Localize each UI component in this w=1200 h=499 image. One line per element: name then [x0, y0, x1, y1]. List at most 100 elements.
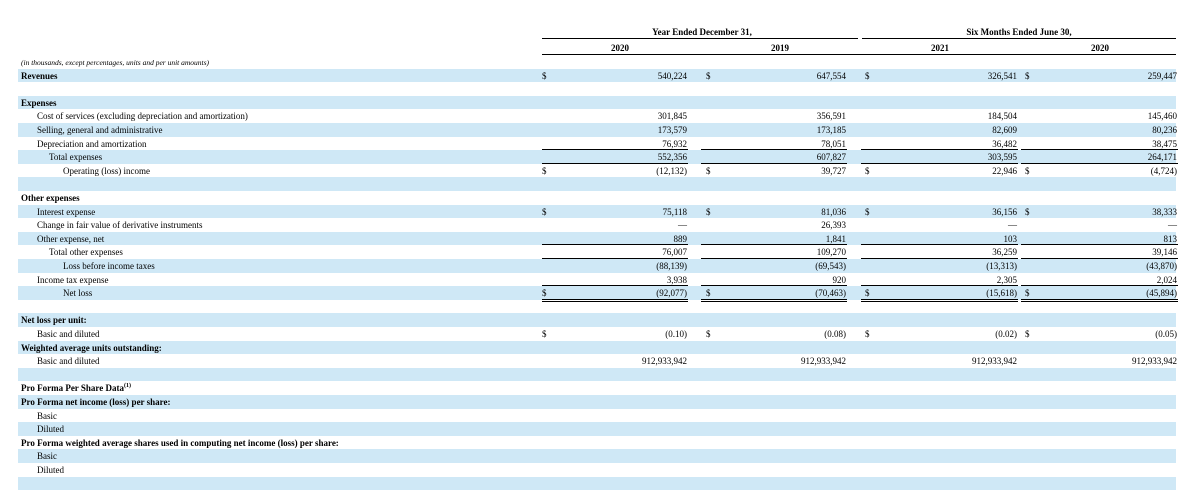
cell-value: 75,118 [662, 206, 687, 217]
cell-value: 1,841 [825, 233, 846, 244]
cell-value: 813 [1163, 233, 1178, 244]
row-label: Other expense, net [37, 233, 105, 244]
cell-value: (0.10) [665, 329, 687, 339]
row-label: Cost of services (excluding depreciation… [37, 111, 248, 122]
cell-value: 184,504 [987, 111, 1017, 122]
table-row: Basic and diluted 912,933,942 912,933,942 9… [18, 354, 1177, 368]
table-row: Other expense, net 889 1,841 103 813 [18, 231, 1178, 246]
cell-value: (0.08) [824, 329, 846, 339]
row-label: Interest expense [37, 206, 96, 217]
table-row: (in thousands, except percentages, units… [18, 55, 1176, 69]
row-label: Basic [37, 410, 57, 421]
cell-value: 912,933,942 [1132, 356, 1177, 367]
row-label: Total expenses [49, 152, 103, 163]
dollar-sign: $ [1025, 288, 1030, 299]
cell-value: — [1168, 220, 1177, 231]
row-label: Pro Forma net income (loss) per share: [21, 397, 171, 407]
dollar-sign: $ [1025, 206, 1030, 217]
dollar-sign: $ [542, 329, 547, 339]
table-row [18, 177, 1176, 191]
table-row: Basic and diluted $ (0.10) $ (0.08) $ (0.02) $ (… [18, 327, 1177, 341]
cell-value: 3,938 [666, 274, 687, 285]
row-label: Pro Forma weighted average shares used i… [21, 437, 339, 448]
table-row: Net loss per unit: [18, 313, 1176, 327]
cell-value: 301,845 [657, 111, 687, 122]
table-row: Selling, general and administrative 173,5… [18, 123, 1177, 137]
dollar-sign: $ [865, 70, 870, 81]
row-label: Basic and diluted [37, 329, 100, 339]
cell-value: 326,541 [987, 70, 1017, 81]
cell-value: 76,007 [662, 247, 687, 258]
cell-value: (69,543) [815, 261, 846, 271]
cell-value: 103 [1003, 233, 1018, 244]
cell-value: 76,932 [662, 138, 687, 149]
cell-value: (13,313) [986, 261, 1017, 271]
cell-value: (15,618) [986, 288, 1017, 299]
cell-value: — [678, 220, 687, 231]
row-label: Basic and diluted [37, 356, 100, 367]
cell-value: 552,356 [657, 152, 687, 163]
dollar-sign: $ [865, 206, 870, 217]
table-row: Other expenses [18, 191, 1176, 205]
table-row [18, 476, 1176, 491]
row-label: Basic [37, 451, 57, 462]
row-label: Other expenses [21, 193, 80, 203]
cell-value: 920 [832, 274, 847, 285]
row-label: Net loss per unit: [21, 315, 87, 326]
table-row: Interest expense $75,118 $81,036 $36,156 $38… [18, 204, 1177, 219]
cell-value: 912,933,942 [972, 356, 1017, 367]
col-header-2019: 2019 [771, 43, 789, 53]
cell-value: 912,933,942 [642, 356, 687, 367]
col-header-2021: 2021 [931, 43, 949, 53]
table-row: Change in fair value of derivative instr… [18, 218, 1177, 232]
table-row: Loss before income taxes (88,139) (69,543)… [18, 259, 1177, 273]
row-label: Diluted [37, 424, 64, 435]
dollar-sign: $ [865, 288, 870, 299]
col-header-2020-six-months: 2020 [1091, 43, 1109, 53]
dollar-sign: $ [865, 329, 870, 339]
table-row [18, 300, 1176, 314]
dollar-sign: $ [542, 70, 547, 81]
cell-value: (4,724) [1150, 165, 1177, 176]
row-label: Net loss [63, 288, 93, 299]
row-label: Diluted [37, 465, 64, 475]
cell-value: 889 [673, 233, 688, 244]
cell-value: 26,393 [821, 220, 846, 231]
cell-value: 264,171 [1147, 152, 1177, 163]
row-label: Expenses [21, 97, 57, 108]
cell-value: 78,051 [821, 138, 846, 149]
row-label: Depreciation and amortization [37, 138, 147, 149]
row-label: Income tax expense [37, 274, 109, 285]
row-label: Selling, general and administrative [37, 125, 163, 135]
cell-value: 540,224 [657, 70, 687, 81]
cell-value: (70,463) [815, 288, 846, 299]
table-row: Basic [18, 449, 1176, 463]
cell-value: 36,156 [992, 206, 1017, 217]
row-label: Operating (loss) income [63, 165, 150, 176]
row-label: Total other expenses [49, 247, 123, 258]
dollar-sign: $ [706, 329, 711, 339]
dollar-sign: $ [1025, 329, 1030, 339]
table-row: Cost of services (excluding depreciation… [18, 109, 1177, 123]
table-row: Pro Forma net income (loss) per share: [18, 395, 1176, 409]
row-label: Pro Forma Per Share Data(1) [21, 383, 131, 394]
cell-value: 39,727 [821, 165, 846, 176]
cell-value: 39,146 [1152, 247, 1177, 258]
dollar-sign: $ [865, 165, 870, 176]
table-row [18, 367, 1176, 382]
cell-value: (88,139) [656, 261, 687, 271]
table-row: Revenues $540,224 $647,554 $326,541 $259,447 [18, 68, 1177, 83]
cell-value: (12,132) [656, 165, 687, 176]
cell-value: 36,482 [992, 138, 1017, 149]
cell-value: — [1008, 220, 1017, 231]
footnote-marker: (1) [123, 383, 131, 390]
cell-value: 173,185 [816, 125, 846, 135]
cell-value: 82,609 [992, 125, 1017, 135]
cell-value: 356,591 [816, 111, 846, 122]
cell-value: (92,077) [656, 288, 687, 299]
table-row: Total expenses 552,356 607,827 303,595 264,1… [18, 150, 1178, 164]
table-row: Operating (loss) income $ (12,132) $39,727 $… [18, 164, 1177, 178]
dollar-sign: $ [1025, 165, 1030, 176]
table-row [18, 82, 1176, 96]
dollar-sign: $ [706, 165, 711, 176]
